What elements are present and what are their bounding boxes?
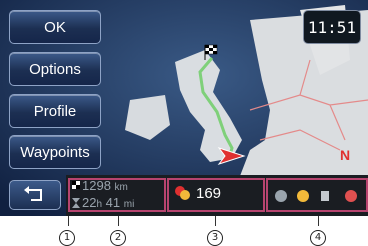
distance-number: 1298 [82,178,111,193]
hourglass-icon [72,198,80,208]
options-button[interactable]: Options [9,52,101,86]
callout-leader-4 [318,216,319,226]
callout-4: 4 [310,228,326,246]
profile-button[interactable]: Profile [9,94,101,128]
callout-leader-1 [68,216,69,226]
callout-leader-3 [215,216,216,226]
traffic-icons [275,190,357,202]
traffic-icon-3 [321,191,329,201]
back-button[interactable] [9,180,61,210]
nav-screen: OK Options Profile Waypoints 11:51 N 129… [0,0,368,216]
poi-count: 169 [196,185,222,202]
compass-label: N [340,147,351,163]
traffic-icon-1 [275,190,287,202]
distance-value: 1298 km [82,178,128,193]
time-hours: 22 [82,195,97,210]
time-min-unit: mi [123,199,135,210]
ok-button[interactable]: OK [9,10,101,44]
time-h: h [96,199,103,210]
checker-flag-icon [72,181,80,189]
waypoints-button[interactable]: Waypoints [9,135,101,169]
traffic-icon-4 [345,190,357,202]
distance-unit: km [114,182,128,193]
time-minutes: 41 [105,195,121,210]
callout-3: 3 [207,228,223,246]
callout-2: 2 [110,228,126,246]
poi-icon [175,186,190,200]
back-icon [24,186,42,201]
callout-leader-2 [118,216,119,226]
time-value: 22h 41 mi [82,195,134,210]
clock: 11:51 [303,10,361,44]
traffic-icon-2 [297,190,309,202]
callout-1: 1 [59,228,75,246]
